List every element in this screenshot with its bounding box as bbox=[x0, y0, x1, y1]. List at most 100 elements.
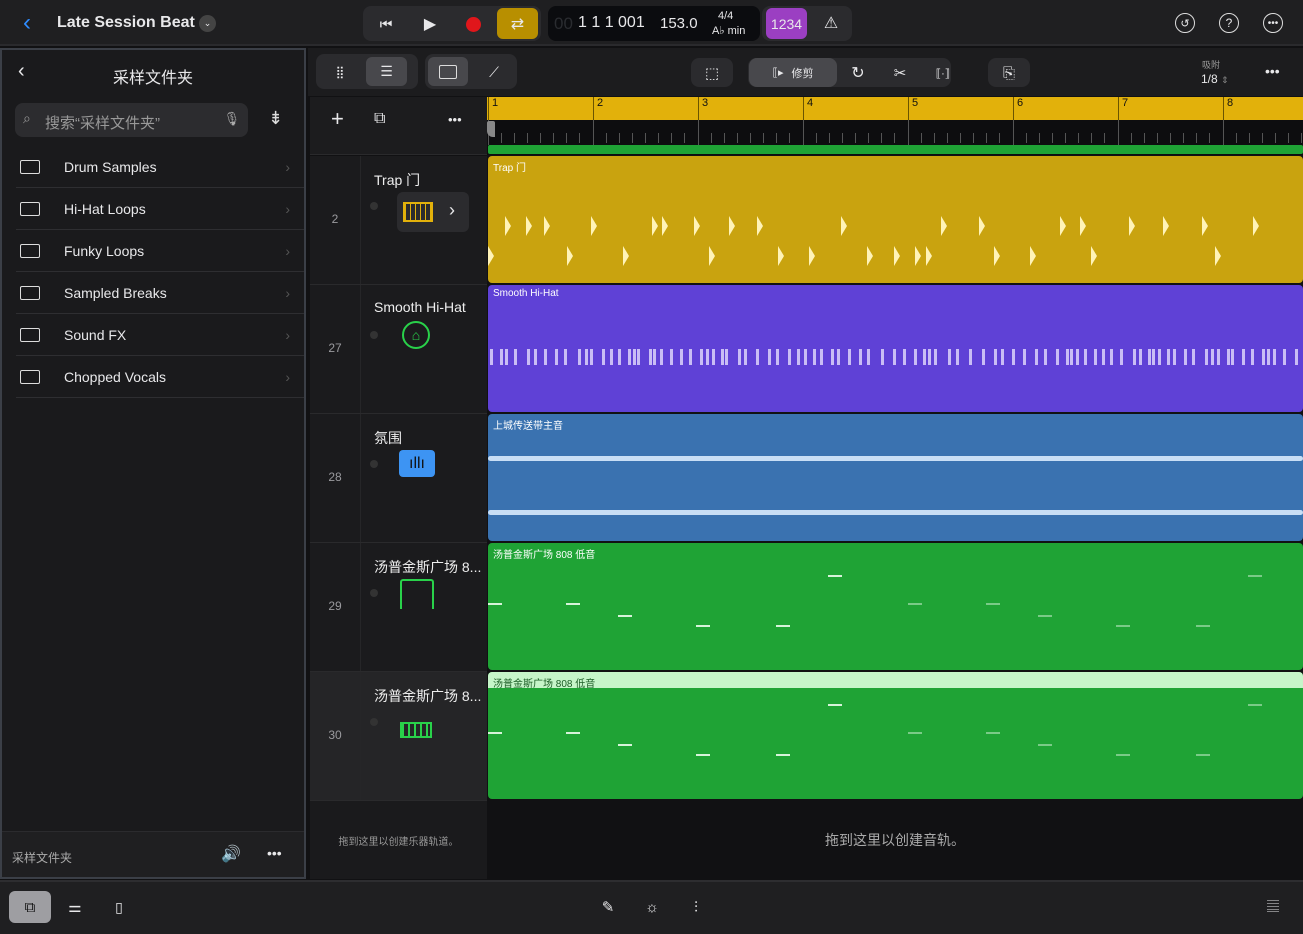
ruler-tick bbox=[1209, 133, 1210, 143]
note-mark bbox=[1273, 349, 1276, 365]
split-icon[interactable]: ⟦·⟧ bbox=[930, 60, 956, 86]
metronome-icon[interactable]: ⚠ bbox=[818, 10, 844, 36]
note-mark bbox=[768, 349, 771, 365]
note-mark bbox=[706, 349, 709, 365]
loop-tool-icon[interactable]: ↻ bbox=[845, 60, 871, 86]
region[interactable]: 汤普金斯广场 808 低音 bbox=[488, 543, 1303, 670]
folder-item[interactable]: Sampled Breaks› bbox=[16, 272, 304, 314]
region[interactable]: 上城传送带主音 bbox=[488, 414, 1303, 541]
more-icon[interactable]: ••• bbox=[267, 845, 282, 861]
inspector-icon[interactable]: ▯ bbox=[106, 894, 132, 920]
note-mark bbox=[859, 349, 862, 365]
waveform-icon: ıllı bbox=[399, 450, 435, 477]
folder-item[interactable]: Drum Samples› bbox=[16, 146, 304, 188]
snap-value-select[interactable]: 1/8 ⇕ bbox=[1201, 72, 1229, 86]
add-track-icon[interactable]: + bbox=[331, 106, 344, 132]
ruler-tick bbox=[868, 133, 869, 143]
count-in-button[interactable]: 1234 bbox=[766, 8, 807, 39]
fx-knob-icon[interactable]: ☼ bbox=[639, 894, 665, 920]
note-mark bbox=[982, 349, 985, 365]
region[interactable]: Trap 门 bbox=[488, 156, 1303, 283]
project-title[interactable]: Late Session Beat bbox=[57, 14, 195, 32]
chevron-right-icon[interactable]: › bbox=[449, 200, 455, 221]
note-mark bbox=[649, 349, 652, 365]
note-mark bbox=[1231, 349, 1234, 365]
ruler-tick bbox=[1039, 133, 1040, 143]
tracks-view-icon[interactable]: ☰ bbox=[366, 57, 407, 86]
note-mark bbox=[1202, 216, 1208, 236]
back-icon[interactable]: ‹ bbox=[14, 10, 40, 36]
play-button[interactable]: ▶ bbox=[416, 10, 444, 38]
note-mark bbox=[986, 732, 1000, 734]
collapse-icon[interactable]: ⇟ bbox=[268, 108, 283, 129]
note-mark bbox=[694, 216, 700, 236]
cycle-region[interactable] bbox=[488, 145, 1303, 154]
folder-item[interactable]: Funky Loops› bbox=[16, 230, 304, 272]
select-icon[interactable]: ⬚ bbox=[699, 60, 725, 86]
ruler-tick bbox=[908, 120, 909, 145]
more-icon[interactable]: ••• bbox=[1263, 13, 1283, 33]
chevron-down-icon[interactable]: ⌄ bbox=[199, 15, 216, 32]
grid-view-icon[interactable]: ⣿ bbox=[326, 58, 354, 86]
rewind-button[interactable]: ⏮ bbox=[372, 10, 400, 38]
note-mark bbox=[1267, 349, 1270, 365]
track-number: 27 bbox=[310, 341, 360, 355]
paste-icon[interactable]: ⎘ bbox=[996, 60, 1022, 86]
more-icon[interactable]: ••• bbox=[1265, 63, 1280, 79]
folder-item[interactable]: Sound FX› bbox=[16, 314, 304, 356]
note-mark bbox=[1091, 246, 1097, 266]
region-label: 上城传送带主音 bbox=[493, 417, 563, 432]
controls-icon[interactable]: ⚌ bbox=[62, 894, 88, 920]
lcd-display[interactable]: 00 1 1 1 001 153.0 4/4 A♭ min bbox=[548, 6, 760, 41]
keyboard-icon[interactable]: 𝄚 bbox=[1259, 894, 1287, 920]
duplicate-track-icon[interactable]: ⧉ bbox=[374, 110, 385, 128]
folder-item[interactable]: Hi-Hat Loops› bbox=[16, 188, 304, 230]
region[interactable]: 汤普金斯广场 808 低音 bbox=[488, 672, 1303, 799]
trim-tool-button[interactable]: ⟦▸修剪 bbox=[749, 58, 837, 87]
note-mark bbox=[994, 246, 1000, 266]
help-icon[interactable]: ? bbox=[1219, 13, 1239, 33]
track-header[interactable]: 30汤普金斯广场 8... bbox=[310, 672, 487, 801]
note-mark bbox=[1217, 349, 1220, 365]
automation-icon[interactable]: ⟋ bbox=[480, 58, 508, 86]
ruler-bars[interactable]: 12345678 bbox=[487, 97, 1303, 120]
bar-number: 5 bbox=[908, 97, 918, 120]
cycle-button[interactable]: ⇄ bbox=[497, 8, 538, 39]
playhead[interactable] bbox=[487, 121, 495, 137]
region-view-icon[interactable] bbox=[428, 57, 468, 86]
track-header[interactable]: 2Trap 门› bbox=[310, 156, 487, 285]
note-mark bbox=[1205, 349, 1208, 365]
region-label: 汤普金斯广场 808 低音 bbox=[493, 675, 595, 690]
note-mark bbox=[804, 349, 807, 365]
undo-icon[interactable]: ↺ bbox=[1175, 13, 1195, 33]
note-mark bbox=[776, 349, 779, 365]
browser-toggle-icon[interactable]: ⧉ bbox=[9, 891, 51, 923]
note-mark bbox=[820, 349, 823, 365]
note-mark bbox=[1196, 625, 1210, 627]
track-header[interactable]: 28氛围ıllı bbox=[310, 414, 487, 543]
scissors-icon[interactable]: ✂ bbox=[887, 60, 913, 86]
ruler-tick bbox=[1131, 133, 1132, 143]
track-header[interactable]: 29汤普金斯广场 8... bbox=[310, 543, 487, 672]
record-button[interactable] bbox=[459, 10, 487, 38]
folder-label: Sound FX bbox=[64, 327, 126, 343]
track-header[interactable]: 27Smooth Hi-Hat⌂ bbox=[310, 285, 487, 414]
instrument-drop-zone[interactable]: 拖到这里以创建乐器轨道。 bbox=[310, 801, 487, 879]
folder-item[interactable]: Chopped Vocals› bbox=[16, 356, 304, 398]
note-mark bbox=[1133, 349, 1136, 365]
pencil-icon[interactable]: ✎ bbox=[595, 894, 621, 920]
trim-icon: ⟦▸ bbox=[773, 66, 784, 79]
audio-drop-zone[interactable]: 拖到这里以创建音轨。 bbox=[487, 801, 1303, 879]
search-input[interactable]: ⌕ 搜索“采样文件夹” 🎙 bbox=[15, 103, 248, 137]
region[interactable]: Smooth Hi-Hat bbox=[488, 285, 1303, 412]
preview-volume-icon[interactable]: 🔊 bbox=[221, 844, 241, 864]
more-icon[interactable]: ••• bbox=[448, 112, 462, 127]
ruler-tick bbox=[947, 133, 948, 143]
note-mark bbox=[738, 349, 741, 365]
note-mark bbox=[831, 349, 834, 365]
microphone-icon[interactable]: 🎙 bbox=[223, 111, 240, 127]
mixer-icon[interactable]: ⫶ bbox=[683, 894, 709, 920]
track-status-dot bbox=[370, 331, 378, 339]
note-mark bbox=[948, 349, 951, 365]
note-mark bbox=[490, 349, 493, 365]
